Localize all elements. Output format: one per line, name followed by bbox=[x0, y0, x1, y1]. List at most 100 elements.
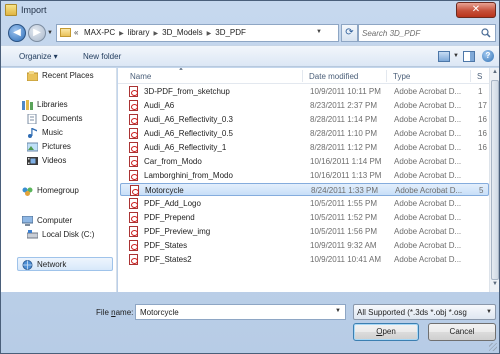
pdf-file-icon bbox=[129, 170, 138, 181]
file-row[interactable]: Audi_A6_Reflectivity_0.3 8/28/2011 1:14 P… bbox=[120, 113, 489, 126]
file-date: 8/28/2011 1:14 PM bbox=[310, 115, 378, 124]
file-name: PDF_States bbox=[144, 241, 188, 250]
import-dialog: Import ✕ ◀ ▶ ▼ « MAX-PC ▶ library ▶ 3D_Model… bbox=[0, 0, 500, 354]
cancel-button[interactable]: Cancel bbox=[428, 323, 496, 341]
file-name: Audi_A6 bbox=[144, 101, 175, 110]
file-row[interactable]: PDF_States 10/9/2011 9:32 AM Adobe Acrobat… bbox=[120, 239, 489, 252]
column-divider[interactable] bbox=[302, 70, 303, 82]
chevron-right-icon[interactable]: ▶ bbox=[154, 30, 159, 37]
chevron-down-icon[interactable]: ▼ bbox=[316, 29, 322, 35]
preview-pane-icon[interactable] bbox=[463, 51, 475, 62]
organize-button[interactable]: Organize ▾ bbox=[19, 52, 58, 61]
file-date: 10/16/2011 1:14 PM bbox=[310, 157, 382, 166]
file-type: Adobe Acrobat D... bbox=[394, 101, 462, 110]
address-bar[interactable]: « MAX-PC ▶ library ▶ 3D_Models ▶ 3D_PDF ▼ bbox=[56, 24, 339, 42]
column-header-name[interactable]: Name bbox=[130, 72, 151, 81]
sort-arrow-icon: ▲ bbox=[178, 68, 184, 72]
new-folder-button[interactable]: New folder bbox=[83, 52, 121, 61]
file-type: Adobe Acrobat D... bbox=[394, 143, 462, 152]
help-icon[interactable]: ? bbox=[482, 50, 494, 62]
file-date: 10/9/2011 9:32 AM bbox=[310, 241, 377, 250]
file-row[interactable]: Audi_A6_Reflectivity_1 8/28/2011 1:12 PM A… bbox=[120, 141, 489, 154]
file-list-scrollbar[interactable]: ▲ ▼ bbox=[489, 68, 499, 292]
scroll-up-icon[interactable]: ▲ bbox=[491, 69, 499, 78]
file-date: 10/5/2011 1:56 PM bbox=[310, 227, 378, 236]
file-row[interactable]: PDF_Preview_img 10/5/2011 1:56 PM Adobe Ac… bbox=[120, 225, 489, 238]
forward-button[interactable]: ▶ bbox=[28, 24, 46, 42]
pdf-file-icon bbox=[129, 128, 138, 139]
file-row[interactable]: 3D-PDF_from_sketchup 10/9/2011 10:11 PM Ad… bbox=[120, 85, 489, 98]
music-icon bbox=[28, 128, 37, 138]
file-row-selected[interactable]: Motorcycle 8/24/2011 1:33 PM Adobe Acrobat… bbox=[120, 183, 489, 196]
scroll-down-icon[interactable]: ▼ bbox=[491, 281, 499, 290]
breadcrumb-item[interactable]: library bbox=[128, 28, 150, 37]
title-bar[interactable]: Import ✕ bbox=[1, 1, 499, 21]
change-view-icon[interactable] bbox=[438, 51, 450, 62]
pdf-file-icon bbox=[129, 240, 138, 251]
file-type: Adobe Acrobat D... bbox=[395, 186, 463, 195]
column-header-date-modified[interactable]: Date modified bbox=[309, 72, 358, 81]
file-row[interactable]: Lamborghini_from_Modo 10/16/2011 1:13 PM A… bbox=[120, 169, 489, 182]
file-name: 3D-PDF_from_sketchup bbox=[144, 87, 230, 96]
breadcrumb-item[interactable]: 3D_Models bbox=[162, 28, 202, 37]
file-row[interactable]: Audi_A6_Reflectivity_0.5 8/28/2011 1:10 P… bbox=[120, 127, 489, 140]
breadcrumb-item[interactable]: MAX-PC bbox=[84, 28, 115, 37]
file-type: Adobe Acrobat D... bbox=[394, 115, 462, 124]
file-name-combobox[interactable]: ▼ bbox=[135, 304, 346, 320]
pdf-file-icon bbox=[129, 226, 138, 237]
column-header-type[interactable]: Type bbox=[393, 72, 410, 81]
file-row[interactable]: PDF_States2 10/9/2011 10:41 AM Adobe Acrob… bbox=[120, 253, 489, 266]
file-type-filter-select[interactable]: All Supported (*.3ds *.obj *.osg ▼ bbox=[353, 304, 496, 320]
chevron-right-icon[interactable]: ▶ bbox=[119, 30, 124, 37]
chevron-right-icon[interactable]: ▶ bbox=[207, 30, 212, 37]
open-button[interactable]: Open bbox=[353, 323, 419, 341]
local-disk-icon bbox=[27, 230, 38, 239]
chevron-down-icon[interactable]: ▼ bbox=[453, 53, 459, 59]
file-type: Adobe Acrobat D... bbox=[394, 213, 462, 222]
close-button[interactable]: ✕ bbox=[456, 2, 496, 18]
chevron-down-icon[interactable]: ▼ bbox=[486, 309, 492, 315]
search-input[interactable] bbox=[362, 27, 476, 39]
file-name: Car_from_Modo bbox=[144, 157, 202, 166]
column-header-size[interactable]: S bbox=[477, 72, 482, 81]
file-date: 10/5/2011 1:52 PM bbox=[310, 213, 378, 222]
file-row[interactable]: PDF_Prepend 10/5/2011 1:52 PM Adobe Acroba… bbox=[120, 211, 489, 224]
column-divider[interactable] bbox=[470, 70, 471, 82]
search-icon[interactable] bbox=[481, 28, 491, 38]
file-name: PDF_States2 bbox=[144, 255, 192, 264]
column-divider[interactable] bbox=[386, 70, 387, 82]
resize-grip-icon[interactable] bbox=[489, 343, 497, 351]
column-header-row: Name ▲ Date modified Type S bbox=[118, 68, 489, 84]
file-name: Audi_A6_Reflectivity_1 bbox=[144, 143, 227, 152]
file-name: PDF_Preview_img bbox=[144, 227, 211, 236]
file-row[interactable]: PDF_Add_Logo 10/5/2011 1:55 PM Adobe Acrob… bbox=[120, 197, 489, 210]
sidebar-item-network[interactable]: Network bbox=[17, 257, 113, 271]
file-date: 8/28/2011 1:10 PM bbox=[310, 129, 378, 138]
file-name-input[interactable] bbox=[140, 307, 330, 318]
breadcrumb-item[interactable]: 3D_PDF bbox=[215, 28, 246, 37]
navigation-pane: Recent Places Libraries Documents Music … bbox=[1, 68, 117, 292]
refresh-button[interactable]: ⟳ bbox=[341, 24, 358, 42]
search-box[interactable] bbox=[358, 24, 496, 42]
breadcrumb-overflow-button[interactable]: « bbox=[74, 28, 78, 37]
file-size: 16 bbox=[478, 129, 487, 138]
file-size: 16 bbox=[478, 143, 487, 152]
pdf-file-icon bbox=[129, 198, 138, 209]
file-size: 5 bbox=[479, 186, 484, 195]
pdf-file-icon bbox=[129, 100, 138, 111]
back-button[interactable]: ◀ bbox=[8, 24, 26, 42]
file-type: Adobe Acrobat D... bbox=[394, 227, 462, 236]
homegroup-icon bbox=[22, 187, 33, 196]
computer-icon bbox=[22, 216, 33, 226]
file-row[interactable]: Audi_A6 8/23/2011 2:37 PM Adobe Acrobat D.… bbox=[120, 99, 489, 112]
pictures-icon bbox=[27, 142, 38, 152]
file-type: Adobe Acrobat D... bbox=[394, 129, 462, 138]
navigation-bar: ◀ ▶ ▼ « MAX-PC ▶ library ▶ 3D_Models ▶ 3D_PDF … bbox=[1, 21, 499, 45]
chevron-down-icon[interactable]: ▼ bbox=[335, 308, 341, 314]
pdf-file-icon bbox=[130, 185, 139, 196]
file-row[interactable]: Car_from_Modo 10/16/2011 1:14 PM Adobe Acr… bbox=[120, 155, 489, 168]
recent-locations-dropdown-icon[interactable]: ▼ bbox=[47, 30, 53, 36]
scrollbar-thumb[interactable] bbox=[491, 80, 499, 280]
file-name: Audi_A6_Reflectivity_0.3 bbox=[144, 115, 233, 124]
window-title: Import bbox=[21, 5, 47, 15]
